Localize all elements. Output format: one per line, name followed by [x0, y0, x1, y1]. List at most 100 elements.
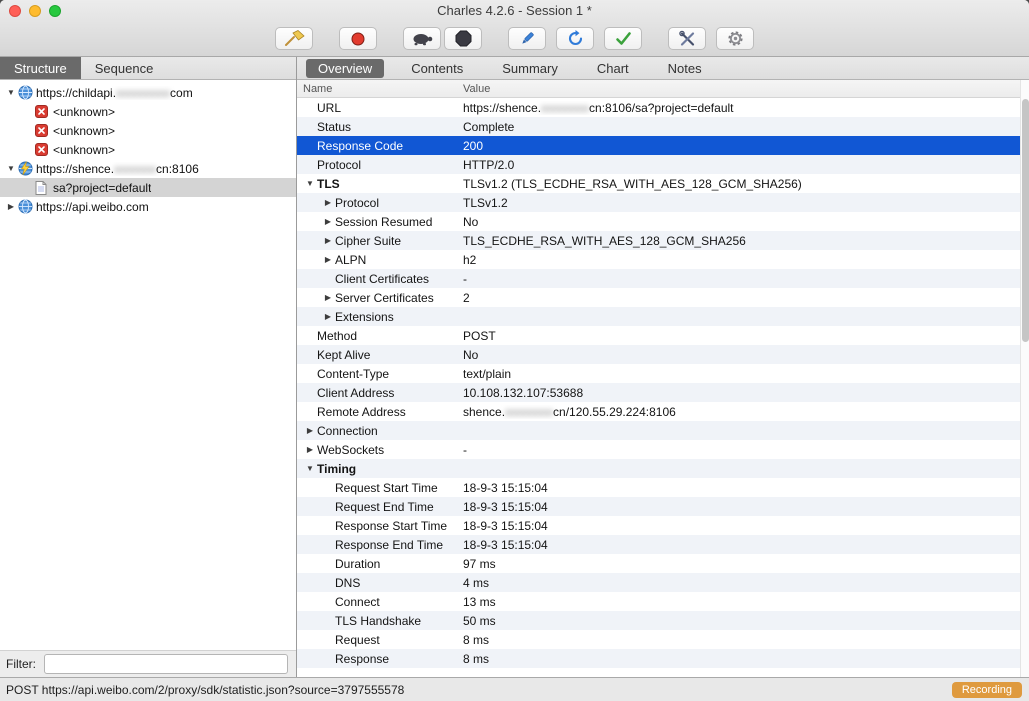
row-value-cell: 13 ms [463, 595, 1029, 609]
row-name-cell: ▶ Cipher Suite [297, 234, 463, 248]
table-row[interactable]: DNS 4 ms [297, 573, 1029, 592]
label-text: 8 ms [463, 632, 490, 647]
column-header-name[interactable]: Name [297, 83, 463, 95]
disclosure-triangle-icon[interactable]: ▼ [303, 179, 317, 188]
tab-contents[interactable]: Contents [399, 59, 475, 78]
table-row[interactable]: TLS Handshake 50 ms [297, 611, 1029, 630]
table-row[interactable]: URL https://shence.xxxxxxxxcn:8106/sa?pro… [297, 98, 1029, 117]
table-row[interactable]: ▼ Timing [297, 459, 1029, 478]
disclosure-triangle-icon[interactable]: ▶ [321, 293, 335, 302]
row-name-cell: ▼ Timing [297, 462, 463, 476]
table-row[interactable]: Method POST [297, 326, 1029, 345]
disclosure-triangle-icon[interactable]: ▶ [321, 312, 335, 321]
tab-notes[interactable]: Notes [656, 59, 714, 78]
table-row[interactable]: Client Address 10.108.132.107:53688 [297, 383, 1029, 402]
row-name: Protocol [335, 195, 380, 210]
disclosure-triangle-icon[interactable]: ▼ [303, 464, 317, 473]
filter-input[interactable] [44, 654, 288, 674]
table-row[interactable]: Request End Time 18-9-3 15:15:04 [297, 497, 1029, 516]
error-x-icon [35, 105, 53, 118]
table-row[interactable]: ▶ Session Resumed No [297, 212, 1029, 231]
table-row[interactable]: Response Start Time 18-9-3 15:15:04 [297, 516, 1029, 535]
clear-session-button[interactable] [275, 27, 313, 50]
row-value-cell: 50 ms [463, 614, 1029, 628]
tab-summary[interactable]: Summary [490, 59, 570, 78]
label-text: https://api.weibo.com [36, 199, 149, 214]
label-text: 18-9-3 15:15:04 [463, 499, 548, 514]
window-title: Charles 4.2.6 - Session 1 * [437, 3, 592, 18]
table-row[interactable]: ▶ Cipher Suite TLS_ECDHE_RSA_WITH_AES_128_… [297, 231, 1029, 250]
table-row[interactable]: Kept Alive No [297, 345, 1029, 364]
tab-overview[interactable]: Overview [306, 58, 385, 78]
disclosure-triangle-icon[interactable]: ▶ [321, 198, 335, 207]
tree-item[interactable]: <unknown> [0, 121, 296, 140]
tools-button[interactable] [668, 27, 706, 50]
toolbar-group-requests [508, 27, 642, 50]
table-row[interactable]: ▶ WebSockets - [297, 440, 1029, 459]
table-row[interactable]: Connect 13 ms [297, 592, 1029, 611]
tree-item[interactable]: sa?project=default [0, 178, 296, 197]
disclosure-triangle-icon[interactable]: ▶ [321, 217, 335, 226]
disclosure-triangle-icon[interactable]: ▶ [303, 426, 317, 435]
label-text: 18-9-3 15:15:04 [463, 518, 548, 533]
minimize-button[interactable] [29, 5, 41, 17]
table-row[interactable]: Response 8 ms [297, 649, 1029, 668]
column-header-value[interactable]: Value [463, 83, 1029, 95]
table-row[interactable]: Duration 97 ms [297, 554, 1029, 573]
disclosure-triangle-icon[interactable]: ▶ [321, 255, 335, 264]
tab-chart[interactable]: Chart [585, 59, 641, 78]
table-row[interactable]: Request Start Time 18-9-3 15:15:04 [297, 478, 1029, 497]
row-name-cell: ▶ WebSockets [297, 443, 463, 457]
close-button[interactable] [9, 5, 21, 17]
row-name: Response [335, 651, 390, 666]
table-row[interactable]: Client Certificates - [297, 269, 1029, 288]
table-row[interactable]: Content-Type text/plain [297, 364, 1029, 383]
toolbar-group-clear [275, 27, 313, 50]
tree-item[interactable]: ▼ https://shence.xxxxxxxcn:8106 [0, 159, 296, 178]
tab-sequence[interactable]: Sequence [81, 57, 168, 79]
settings-button[interactable] [716, 27, 754, 50]
compose-button[interactable] [508, 27, 546, 50]
disclosure-triangle-icon[interactable]: ▶ [4, 202, 18, 211]
table-row[interactable]: ▶ ALPN h2 [297, 250, 1029, 269]
table-row[interactable]: ▶ Protocol TLSv1.2 [297, 193, 1029, 212]
table-row[interactable]: ▶ Server Certificates 2 [297, 288, 1029, 307]
row-name: Response Start Time [335, 518, 448, 533]
disclosure-triangle-icon[interactable]: ▼ [4, 164, 18, 173]
table-row[interactable]: ▶ Connection [297, 421, 1029, 440]
tree-item[interactable]: <unknown> [0, 140, 296, 159]
vertical-scrollbar[interactable] [1020, 80, 1029, 677]
tree-item[interactable]: ▶ https://api.weibo.com [0, 197, 296, 216]
tab-structure[interactable]: Structure [0, 57, 81, 79]
repeat-button[interactable] [556, 27, 594, 50]
row-name-cell: Kept Alive [297, 348, 463, 362]
table-row[interactable]: Protocol HTTP/2.0 [297, 155, 1029, 174]
zoom-button[interactable] [49, 5, 61, 17]
table-row[interactable]: Response Code 200 [297, 136, 1029, 155]
disclosure-triangle-icon[interactable]: ▶ [321, 236, 335, 245]
scrollbar-thumb[interactable] [1022, 99, 1029, 342]
globe-lightning-icon [18, 161, 36, 176]
overview-table-body: URL https://shence.xxxxxxxxcn:8106/sa?pro… [297, 98, 1029, 677]
record-toggle-button[interactable] [339, 27, 377, 50]
tree-item[interactable]: <unknown> [0, 102, 296, 121]
throttling-button[interactable] [403, 27, 441, 50]
table-row[interactable]: ▶ Extensions [297, 307, 1029, 326]
label-text: <unknown> [53, 104, 116, 119]
table-row[interactable]: Request 8 ms [297, 630, 1029, 649]
row-name: Server Certificates [335, 290, 434, 305]
breakpoints-button[interactable] [444, 27, 482, 50]
tree-item[interactable]: ▼ https://childapi.xxxxxxxxxcom [0, 83, 296, 102]
window-controls [9, 5, 61, 17]
table-row[interactable]: Response End Time 18-9-3 15:15:04 [297, 535, 1029, 554]
table-row[interactable]: Status Complete [297, 117, 1029, 136]
tree-item-label: <unknown> [53, 124, 115, 138]
label-text: 50 ms [463, 613, 496, 628]
validate-button[interactable] [604, 27, 642, 50]
charles-window: Charles 4.2.6 - Session 1 * Structure Se… [0, 0, 1029, 701]
row-name: Request End Time [335, 499, 434, 514]
disclosure-triangle-icon[interactable]: ▼ [4, 88, 18, 97]
disclosure-triangle-icon[interactable]: ▶ [303, 445, 317, 454]
table-row[interactable]: Remote Address shence.xxxxxxxxcn/120.55.2… [297, 402, 1029, 421]
table-row[interactable]: ▼ TLS TLSv1.2 (TLS_ECDHE_RSA_WITH_AES_128_… [297, 174, 1029, 193]
